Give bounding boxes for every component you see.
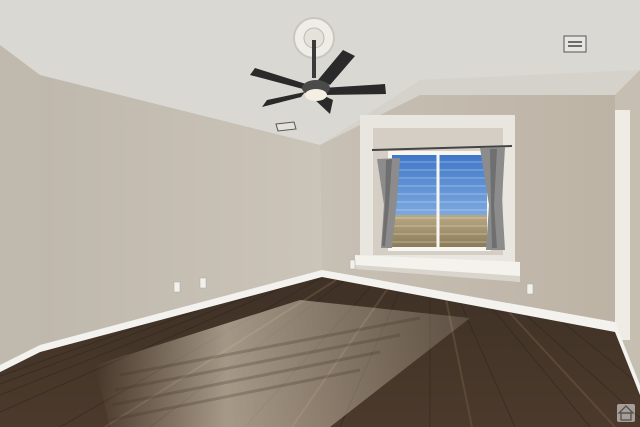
door-frame — [615, 110, 630, 340]
room-photo — [0, 0, 640, 427]
fan-light — [305, 89, 327, 101]
outlet-1 — [173, 281, 181, 293]
watermark-house-icon — [617, 404, 635, 422]
ceiling-vent-right — [563, 35, 587, 53]
outlet-3 — [349, 259, 356, 270]
ceiling-vent-center — [275, 121, 297, 132]
outlet-4 — [526, 283, 534, 295]
fan-downrod — [312, 40, 316, 78]
room-illustration — [0, 0, 640, 427]
left-side-wall — [0, 45, 40, 372]
outlet-2 — [199, 277, 207, 289]
